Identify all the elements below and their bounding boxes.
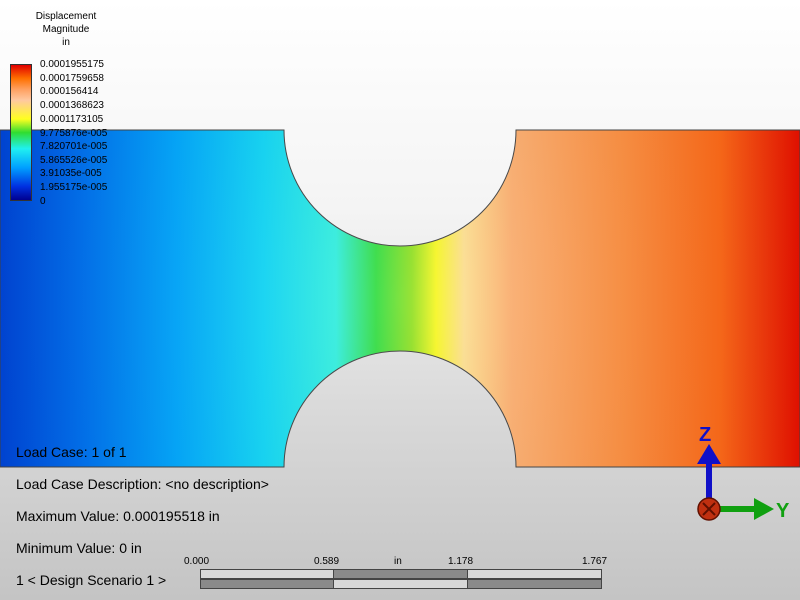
scale-segment bbox=[333, 579, 468, 589]
legend-title-line2: Magnitude bbox=[42, 24, 90, 35]
legend-label: 5.865526e-005 bbox=[40, 155, 108, 166]
z-axis-label: Z bbox=[699, 424, 711, 446]
legend-label: 7.820701e-005 bbox=[40, 141, 108, 152]
scale-segment bbox=[200, 569, 334, 579]
legend-label: 0.0001955175 bbox=[40, 59, 104, 70]
scale-tick-label: 0.589 bbox=[314, 556, 340, 567]
y-axis-arrow bbox=[714, 498, 774, 520]
scale-segment bbox=[333, 569, 468, 579]
minimum-value-text: Minimum Value: 0 in bbox=[16, 540, 142, 556]
legend-color-bar bbox=[10, 64, 32, 201]
scale-tick-label: 1.178 bbox=[448, 556, 474, 567]
legend-label: 9.775876e-005 bbox=[40, 128, 108, 139]
scale-segment bbox=[467, 569, 602, 579]
load-case-description-text: Load Case Description: <no description> bbox=[16, 476, 269, 492]
load-case-text: Load Case: 1 of 1 bbox=[16, 444, 127, 460]
scale-units-label: in bbox=[394, 556, 402, 567]
scale-bar: 0.000 0.589 in 1.178 1.767 bbox=[184, 556, 607, 592]
legend-label: 0.0001368623 bbox=[40, 100, 104, 111]
maximum-value-text: Maximum Value: 0.000195518 in bbox=[16, 508, 220, 524]
legend-label: 0.0001173105 bbox=[40, 114, 104, 125]
scale-tick-label: 1.767 bbox=[582, 556, 608, 567]
legend-title-line1: Displacement bbox=[35, 11, 97, 22]
scale-ruler bbox=[200, 569, 602, 591]
legend-label: 0.000156414 bbox=[40, 86, 99, 97]
legend-title: Displacement Magnitude in bbox=[14, 10, 118, 49]
part-shading bbox=[0, 130, 800, 467]
y-axis-label: Y bbox=[776, 500, 790, 522]
legend-label: 0.0001759658 bbox=[40, 73, 104, 84]
scale-tick-label: 0.000 bbox=[184, 556, 210, 567]
legend-units: in bbox=[62, 37, 70, 48]
legend-label: 0 bbox=[40, 196, 46, 207]
design-scenario-text: 1 < Design Scenario 1 > bbox=[16, 572, 167, 588]
scale-segment bbox=[200, 579, 334, 589]
legend-label: 1.955175e-005 bbox=[40, 182, 108, 193]
legend-label: 3.91035e-005 bbox=[40, 168, 102, 179]
axis-triad: Z Y bbox=[697, 424, 790, 522]
scale-segment bbox=[467, 579, 602, 589]
